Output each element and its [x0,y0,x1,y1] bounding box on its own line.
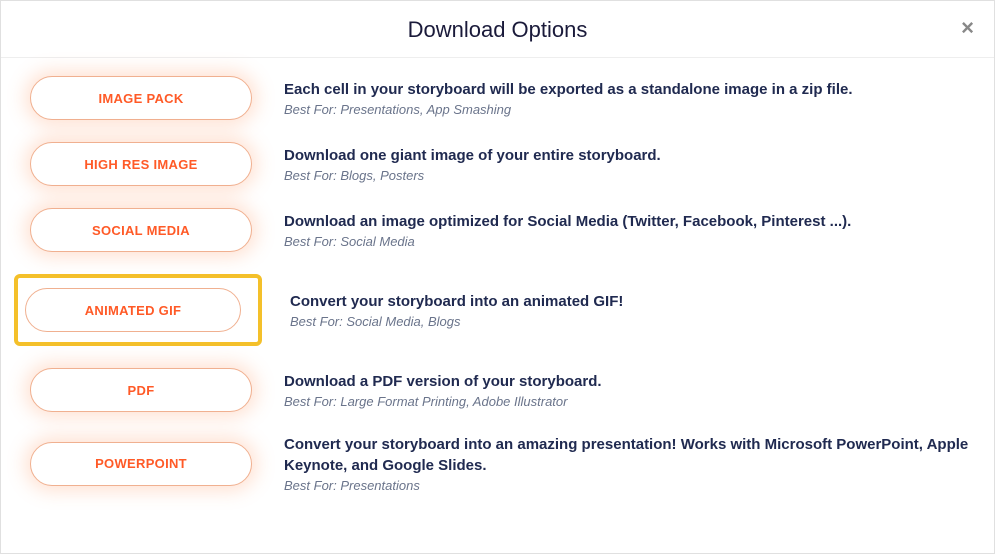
option-sub: Best For: Social Media [284,234,969,249]
option-sub: Best For: Presentations, App Smashing [284,102,969,117]
option-row-powerpoint: POWERPOINT Convert your storyboard into … [26,434,969,493]
option-sub: Best For: Presentations [284,478,969,493]
social-media-button[interactable]: SOCIAL MEDIA [30,208,252,252]
option-btn-wrap-highlighted: ANIMATED GIF [14,274,262,346]
modal-header: Download Options × [1,1,994,58]
option-btn-wrap: SOCIAL MEDIA [26,208,256,252]
option-desc: Convert your storyboard into an amazing … [256,434,969,493]
option-sub: Best For: Large Format Printing, Adobe I… [284,394,969,409]
option-btn-wrap: IMAGE PACK [26,76,256,120]
pdf-button[interactable]: PDF [30,368,252,412]
option-row-social-media: SOCIAL MEDIA Download an image optimized… [26,208,969,252]
option-title: Convert your storyboard into an animated… [290,291,969,312]
option-title: Download one giant image of your entire … [284,145,969,166]
option-row-image-pack: IMAGE PACK Each cell in your storyboard … [26,76,969,120]
option-btn-wrap: POWERPOINT [26,442,256,486]
close-icon: × [961,15,974,40]
option-row-high-res-image: HIGH RES IMAGE Download one giant image … [26,142,969,186]
animated-gif-button[interactable]: ANIMATED GIF [25,288,241,332]
option-title: Download a PDF version of your storyboar… [284,371,969,392]
option-desc: Download an image optimized for Social M… [256,211,969,249]
powerpoint-button[interactable]: POWERPOINT [30,442,252,486]
image-pack-button[interactable]: IMAGE PACK [30,76,252,120]
modal-title: Download Options [1,17,994,43]
download-options-modal: Download Options × IMAGE PACK Each cell … [0,0,995,554]
options-list: IMAGE PACK Each cell in your storyboard … [1,58,994,525]
option-row-animated-gif: ANIMATED GIF Convert your storyboard int… [26,274,969,346]
option-row-pdf: PDF Download a PDF version of your story… [26,368,969,412]
option-title: Convert your storyboard into an amazing … [284,434,969,476]
close-button[interactable]: × [957,13,978,43]
option-btn-wrap: HIGH RES IMAGE [26,142,256,186]
option-desc: Download a PDF version of your storyboar… [256,371,969,409]
option-title: Download an image optimized for Social M… [284,211,969,232]
option-sub: Best For: Blogs, Posters [284,168,969,183]
option-desc: Each cell in your storyboard will be exp… [256,79,969,117]
high-res-image-button[interactable]: HIGH RES IMAGE [30,142,252,186]
option-desc: Download one giant image of your entire … [256,145,969,183]
option-desc: Convert your storyboard into an animated… [262,291,969,329]
option-btn-wrap: PDF [26,368,256,412]
option-sub: Best For: Social Media, Blogs [290,314,969,329]
option-title: Each cell in your storyboard will be exp… [284,79,969,100]
